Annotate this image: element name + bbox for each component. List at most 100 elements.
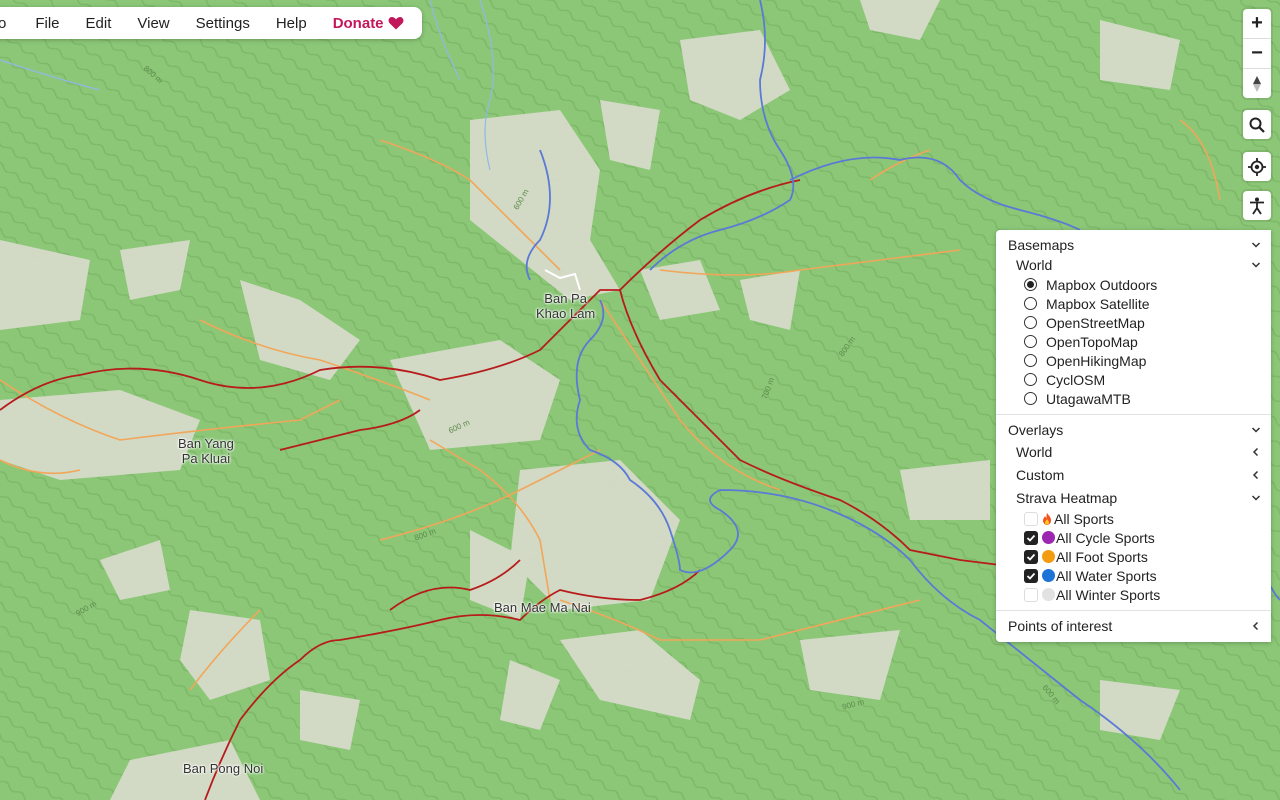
checkbox[interactable] (1024, 530, 1038, 545)
overlays-section: Overlays World Custom Strava Heatmap All… (996, 415, 1271, 611)
chevron-down-icon (1251, 262, 1261, 268)
checkbox[interactable] (1024, 587, 1038, 602)
group-title: World (1016, 257, 1053, 273)
section-title: Basemaps (1008, 237, 1075, 253)
section-title: Points of interest (1008, 618, 1113, 634)
overlay-option[interactable]: All Sports (996, 509, 1271, 528)
basemap-option[interactable]: UtagawaMTB (996, 389, 1271, 408)
overlay-group-world[interactable]: World (996, 440, 1271, 463)
zoom-controls: + − (1243, 9, 1271, 98)
menu-bar: o File Edit View Settings Help Donate (0, 7, 422, 39)
overlay-option[interactable]: All Water Sports (996, 566, 1271, 585)
fire-icon (1043, 512, 1051, 525)
white-circle-icon (1042, 588, 1055, 601)
menu-edit[interactable]: Edit (73, 15, 125, 32)
radio-button[interactable] (1024, 316, 1037, 329)
basemaps-section: Basemaps World Mapbox Outdoors Mapbox Sa… (996, 230, 1271, 415)
place-label[interactable]: Ban Yang Pa Kluai (178, 436, 234, 466)
place-label-line: Ban Pa (544, 291, 587, 306)
orange-circle-icon (1042, 550, 1055, 563)
crosshair-icon (1248, 157, 1266, 176)
plus-icon: + (1251, 12, 1263, 34)
zoom-in-button[interactable]: + (1243, 9, 1271, 39)
basemaps-group-world[interactable]: World (996, 255, 1271, 275)
place-label[interactable]: Ban Pa Khao Lam (536, 291, 595, 321)
option-label: All Foot Sports (1056, 548, 1148, 565)
basemap-option[interactable]: OpenHikingMap (996, 351, 1271, 370)
place-label-line: Ban Yang (178, 436, 234, 451)
group-title: Custom (1016, 466, 1065, 483)
basemap-option[interactable]: Mapbox Satellite (996, 294, 1271, 313)
compass-icon (1253, 75, 1261, 92)
option-label: UtagawaMTB (1046, 390, 1131, 407)
radio-button[interactable] (1024, 392, 1037, 405)
radio-button[interactable] (1024, 278, 1037, 291)
person-icon (1250, 197, 1264, 214)
chevron-down-icon (1251, 494, 1261, 501)
app-logo-fragment[interactable]: o (0, 15, 22, 32)
basemap-option[interactable]: Mapbox Outdoors (996, 275, 1271, 294)
menu-view[interactable]: View (124, 15, 182, 32)
layers-panel: Basemaps World Mapbox Outdoors Mapbox Sa… (996, 230, 1271, 642)
poi-header[interactable]: Points of interest (996, 616, 1271, 636)
place-label[interactable]: Ban Pong Noi (183, 761, 263, 776)
option-label: Mapbox Satellite (1046, 295, 1150, 312)
place-label-line: Pa Kluai (181, 451, 231, 466)
checkbox[interactable] (1024, 511, 1038, 526)
reset-north-button[interactable] (1243, 69, 1271, 98)
heart-icon (388, 16, 403, 30)
menu-file[interactable]: File (22, 15, 72, 32)
chevron-left-icon (1252, 621, 1259, 631)
place-label-line: Ban Pong Noi (183, 761, 264, 776)
section-title: Overlays (1008, 422, 1064, 438)
radio-button[interactable] (1024, 373, 1037, 386)
search-icon (1249, 117, 1265, 133)
menu-help[interactable]: Help (263, 15, 320, 32)
basemap-option[interactable]: OpenTopoMap (996, 332, 1271, 351)
option-label: All Water Sports (1056, 567, 1157, 584)
search-control (1243, 110, 1271, 139)
radio-button[interactable] (1024, 335, 1037, 348)
group-title: Strava Heatmap (1016, 489, 1118, 506)
poi-section: Points of interest (996, 611, 1271, 642)
basemap-option[interactable]: OpenStreetMap (996, 313, 1271, 332)
overlay-option[interactable]: All Winter Sports (996, 585, 1271, 604)
blue-circle-icon (1042, 569, 1055, 582)
group-title: World (1016, 443, 1053, 460)
option-label: All Sports (1054, 510, 1114, 527)
radio-button[interactable] (1024, 297, 1037, 310)
option-label: All Winter Sports (1056, 586, 1161, 603)
menu-settings[interactable]: Settings (183, 15, 263, 32)
locate-button[interactable] (1243, 152, 1271, 181)
chevron-down-icon (1251, 427, 1261, 433)
overlays-header[interactable]: Overlays (996, 420, 1271, 440)
chevron-left-icon (1252, 447, 1259, 456)
streetview-control (1243, 191, 1271, 220)
menu-donate[interactable]: Donate (320, 15, 417, 32)
place-label-line: Ban Mae Ma Nai (494, 600, 591, 615)
basemap-option[interactable]: CyclOSM (996, 370, 1271, 389)
option-label: OpenStreetMap (1046, 314, 1145, 331)
chevron-down-icon (1251, 242, 1261, 248)
option-label: Mapbox Outdoors (1046, 276, 1158, 293)
place-label-line: Khao Lam (536, 306, 596, 321)
overlay-group-custom[interactable]: Custom (996, 463, 1271, 486)
minus-icon: − (1251, 42, 1263, 64)
streetview-button[interactable] (1243, 191, 1271, 220)
basemaps-header[interactable]: Basemaps (996, 235, 1271, 255)
checkbox[interactable] (1024, 568, 1038, 583)
place-label[interactable]: Ban Mae Ma Nai (494, 600, 591, 615)
overlay-option[interactable]: All Foot Sports (996, 547, 1271, 566)
option-label: OpenHikingMap (1046, 352, 1147, 369)
overlay-group-strava[interactable]: Strava Heatmap (996, 486, 1271, 509)
search-button[interactable] (1243, 110, 1271, 139)
checkbox[interactable] (1024, 549, 1038, 564)
option-label: CyclOSM (1046, 371, 1106, 388)
donate-label: Donate (332, 14, 384, 32)
radio-button[interactable] (1024, 354, 1037, 367)
purple-circle-icon (1042, 531, 1055, 544)
overlay-option[interactable]: All Cycle Sports (996, 528, 1271, 547)
option-label: OpenTopoMap (1046, 333, 1138, 350)
zoom-out-button[interactable]: − (1243, 39, 1271, 69)
locate-control (1243, 152, 1271, 181)
